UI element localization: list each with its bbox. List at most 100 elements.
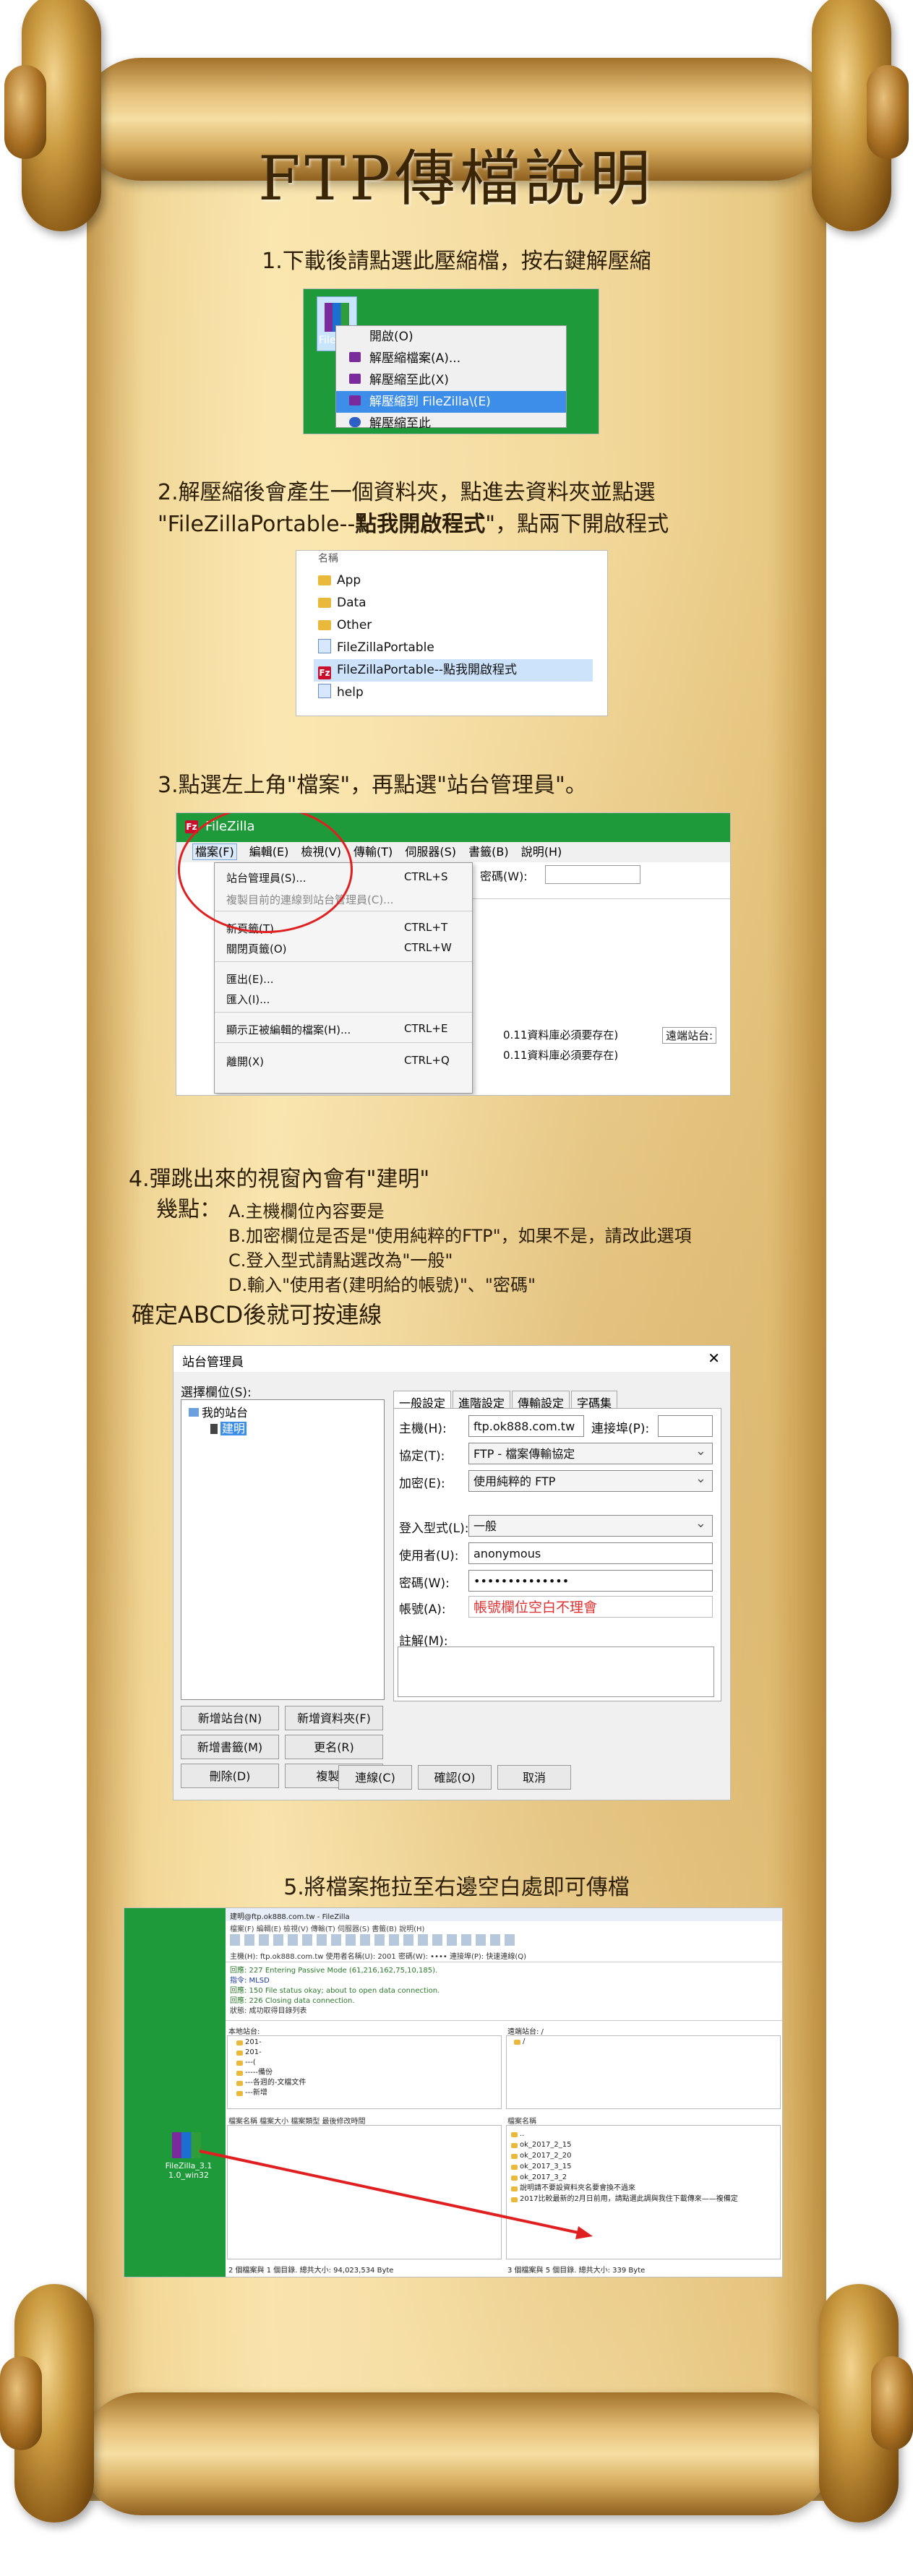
divider <box>215 1042 472 1043</box>
list-item[interactable]: Other <box>318 614 593 637</box>
menu-show-edited[interactable]: 顯示正被編輯的檔案(H)... <box>226 1022 351 1037</box>
logon-type-select[interactable]: 一般 <box>468 1513 713 1537</box>
connect-button[interactable]: 連線(C) <box>338 1765 412 1790</box>
list-item[interactable]: App <box>318 570 593 592</box>
context-menu-item[interactable]: 解壓縮至此(X) <box>336 369 566 391</box>
password-input[interactable]: •••••••••••••• <box>468 1570 713 1592</box>
scroll-knob <box>871 2356 913 2450</box>
user-input[interactable]: anonymous <box>468 1542 713 1564</box>
account-input[interactable]: 帳號欄位空白不理會 <box>468 1596 713 1618</box>
step2-explorer: 名稱 App Data Other FileZillaPortable Fz Fi… <box>296 551 607 716</box>
context-menu-item-extract-to-folder[interactable]: 解壓縮到 FileZilla\(E) <box>336 391 566 413</box>
step5-text: 5.將檔案拖拉至右邊空白處即可傳檔 <box>283 1875 630 1900</box>
winrar-icon <box>349 374 361 384</box>
cancel-button[interactable]: 取消 <box>497 1765 571 1790</box>
step4-point-b: B.加密欄位是否是"使用純粹的FTP"，如果不是，請改此選項 <box>228 1226 692 1246</box>
menu-help[interactable]: 說明(H) <box>521 845 562 859</box>
port-label: 連接埠(P): <box>591 1422 650 1436</box>
file-icon <box>318 639 331 653</box>
context-menu-item[interactable]: 解壓縮檔案(A)... <box>336 348 566 369</box>
logon-type-label: 登入型式(L): <box>399 1521 469 1536</box>
port-input[interactable] <box>658 1415 713 1437</box>
scroll-bottom-roll <box>80 2392 833 2515</box>
protocol-label: 協定(T): <box>399 1449 445 1464</box>
divider <box>215 1012 472 1013</box>
select-entry-label: 選擇欄位(S): <box>181 1386 252 1400</box>
scroll-knob <box>0 2356 42 2450</box>
server-icon <box>210 1424 218 1434</box>
password-label: 密碼(W): <box>480 870 528 883</box>
password-label: 密碼(W): <box>399 1576 450 1591</box>
menu-close-tab[interactable]: 關閉頁籤(O) <box>226 941 287 956</box>
step3-text: 3.點選左上角"檔案"，再點選"站台管理員"。 <box>158 773 587 798</box>
help-file-icon <box>318 684 331 698</box>
folder-icon <box>318 598 331 608</box>
encryption-label: 加密(E): <box>399 1477 445 1491</box>
divider <box>215 961 472 962</box>
host-label: 主機(H): <box>399 1422 447 1436</box>
remote-site-label: 遠端站台: <box>662 1027 717 1044</box>
delete-button[interactable]: 刪除(D) <box>181 1764 279 1788</box>
step3-filezilla: Fz FileZilla 檔案(F) 編輯(E) 檢視(V) 傳輸(T) 伺服器… <box>176 813 730 1095</box>
step4-points-label: 幾點： <box>156 1197 221 1222</box>
menu-exit[interactable]: 離開(X) <box>226 1054 264 1069</box>
tree-item-site[interactable]: 建明 <box>210 1419 247 1436</box>
tree-root[interactable]: 我的站台 <box>189 1403 248 1420</box>
winrar-icon <box>349 352 361 362</box>
shortcut: CTRL+S <box>404 870 448 883</box>
list-item[interactable]: Data <box>318 592 593 614</box>
password-input[interactable] <box>545 865 640 884</box>
shortcut: CTRL+E <box>404 1022 448 1035</box>
protocol-select[interactable]: FTP - 檔案傳輸協定 <box>468 1441 713 1464</box>
step4-point-c: C.登入型式請點選改為"一般" <box>228 1250 453 1271</box>
drag-arrow-head <box>575 2226 593 2239</box>
context-menu-item[interactable]: 開啟(O) <box>336 326 566 348</box>
new-folder-button[interactable]: 新增資料夾(F) <box>285 1706 383 1730</box>
drag-arrow <box>199 2150 593 2239</box>
explorer-list: App Data Other FileZillaPortable Fz FileZ… <box>314 570 593 704</box>
context-menu-item[interactable]: 解壓縮至此 <box>336 413 566 434</box>
context-menu: 開啟(O) 解壓縮檔案(A)... 解壓縮至此(X) 解壓縮到 FileZill… <box>335 325 567 431</box>
step2-text: 2.解壓縮後會產生一個資料夾，點進去資料夾並點選 "FileZillaPorta… <box>158 477 808 540</box>
local-site-path: 0.11資料庫必須要存在) <box>503 1029 619 1042</box>
site-manager-dialog: 站台管理員 ✕ 選擇欄位(S): 我的站台 建明 新增站台(N) 新增資料夾(F… <box>173 1346 730 1800</box>
step4-point-a: A.主機欄位內容要是 <box>228 1201 385 1222</box>
file-label: File <box>319 335 336 346</box>
dialog-title: 站台管理員 <box>182 1355 244 1370</box>
rename-button[interactable]: 更名(R) <box>285 1735 383 1759</box>
new-site-button[interactable]: 新增站台(N) <box>181 1706 279 1730</box>
folder-icon <box>318 620 331 630</box>
shortcut: CTRL+W <box>404 941 452 954</box>
list-item[interactable]: help <box>318 682 593 704</box>
menu-transfer[interactable]: 傳輸(T) <box>353 845 393 859</box>
step2-line1: 2.解壓縮後會產生一個資料夾，點進去資料夾並點選 <box>158 480 656 505</box>
step2-line2: "FileZillaPortable--點我開啟程式"，點兩下開啟程式 <box>158 511 669 537</box>
list-item-highlight[interactable]: Fz FileZillaPortable--點我開啟程式 <box>314 659 593 682</box>
account-label: 帳號(A): <box>399 1602 446 1617</box>
filezilla-icon: Fz <box>318 666 331 679</box>
menu-export[interactable]: 匯出(E)... <box>226 971 274 987</box>
menu-server[interactable]: 伺服器(S) <box>405 845 456 859</box>
step5-screenshot: FileZilla_3.1 1.0_win32 建明@ftp.ok888.com… <box>124 1908 782 2277</box>
winrar-icon <box>349 395 361 405</box>
comments-textarea[interactable] <box>398 1647 714 1697</box>
encryption-select[interactable]: 使用純粹的 FTP <box>468 1468 713 1492</box>
local-site-path: 0.11資料庫必須要存在) <box>503 1049 619 1062</box>
user-label: 使用者(U): <box>399 1549 459 1563</box>
host-input[interactable]: ftp.ok888.com.tw <box>468 1415 584 1437</box>
page-title: FTP傳檔說明 <box>258 143 655 214</box>
folder-icon <box>318 575 331 585</box>
new-bookmark-button[interactable]: 新增書籤(M) <box>181 1735 279 1759</box>
menu-bookmarks[interactable]: 書籤(B) <box>468 845 508 859</box>
step4-confirm: 確定ABCD後就可按連線 <box>132 1301 382 1328</box>
step2-highlight: 點我開啟程式 <box>355 511 486 537</box>
shortcut: CTRL+Q <box>404 1054 450 1067</box>
explorer-header: 名稱 <box>318 553 338 564</box>
ok-button[interactable]: 確認(O) <box>418 1765 492 1790</box>
list-item[interactable]: FileZillaPortable <box>318 637 593 659</box>
close-icon[interactable]: ✕ <box>708 1349 720 1367</box>
step1-text: 1.下載後請點選此壓縮檔，按右鍵解壓縮 <box>262 249 651 274</box>
step4-point-d: D.輸入"使用者(建明給的帳號)"、"密碼" <box>228 1275 536 1295</box>
menu-import[interactable]: 匯入(I)... <box>226 992 270 1007</box>
extract-icon <box>349 417 361 427</box>
